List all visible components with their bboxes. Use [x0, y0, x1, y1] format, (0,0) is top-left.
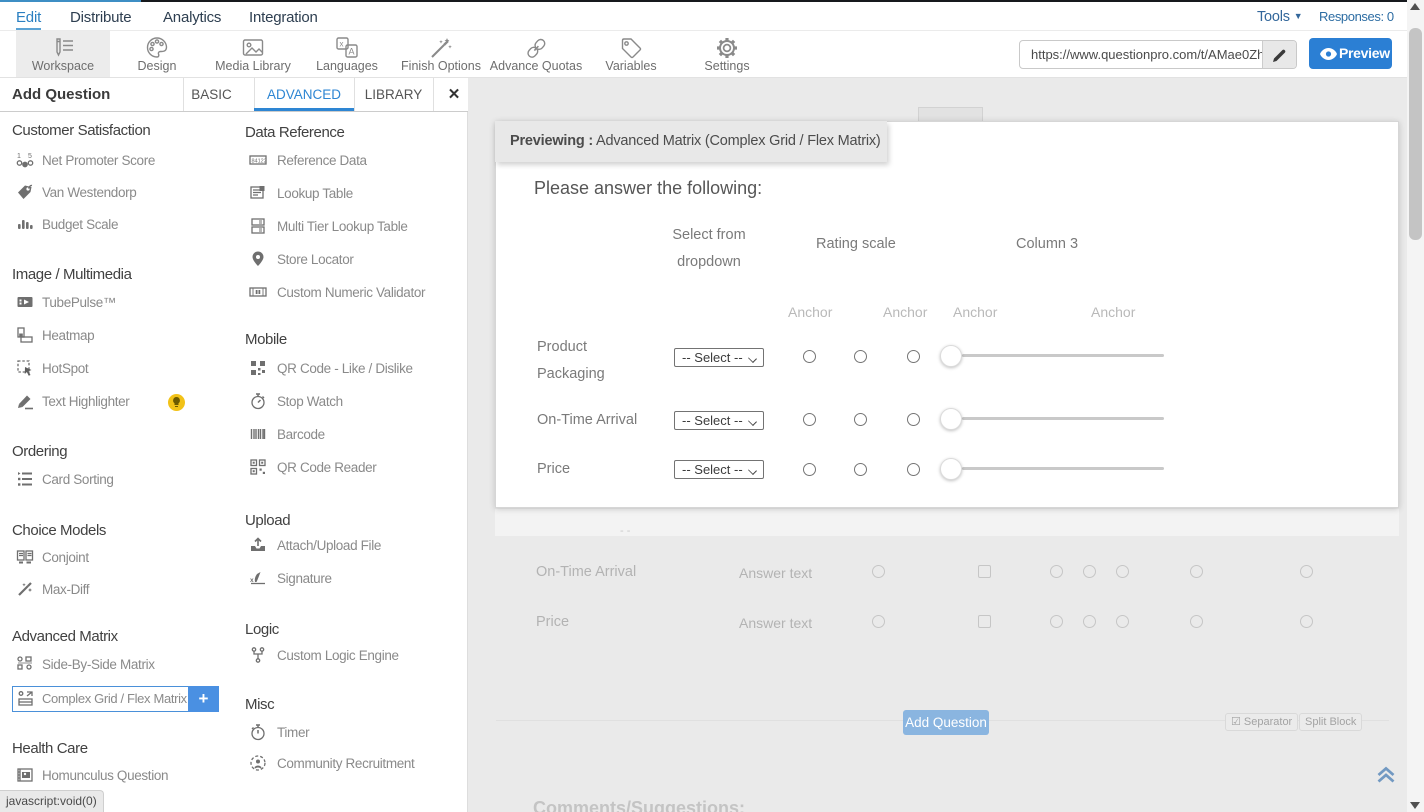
svg-text:x: x [340, 40, 344, 49]
svg-text:84122: 84122 [252, 159, 267, 165]
svg-text:5: 5 [28, 153, 32, 160]
svg-text:x: x [250, 577, 254, 584]
svg-text:A: A [349, 47, 355, 57]
svg-text:1: 1 [17, 153, 21, 160]
